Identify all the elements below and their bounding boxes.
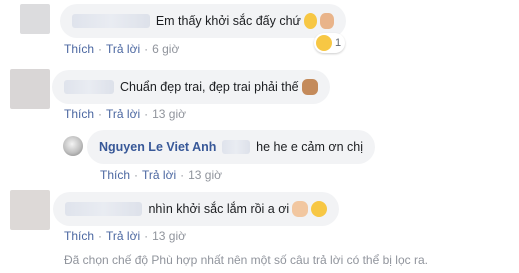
- like-link[interactable]: Thích: [64, 107, 94, 121]
- timestamp[interactable]: 13 giờ: [152, 229, 186, 243]
- reply-link[interactable]: Trả lời: [106, 107, 140, 121]
- comment-bubble: nhìn khởi sắc lắm rồi a ơi: [53, 192, 339, 226]
- smiling-face-icon: [303, 13, 318, 29]
- hugging-face-icon: [311, 201, 327, 217]
- reply-link[interactable]: Trả lời: [106, 42, 140, 56]
- thumbs-up-icon: [301, 79, 318, 95]
- avatar[interactable]: [20, 4, 50, 34]
- redacted-name: [64, 80, 114, 94]
- filter-note: Đã chọn chế độ Phù hợp nhất nên một số c…: [64, 253, 428, 267]
- comment-actions: Thích · Trả lời · 13 giờ: [64, 107, 186, 121]
- avatar[interactable]: [10, 190, 50, 230]
- reply-link[interactable]: Trả lời: [142, 168, 176, 182]
- comment-text: nhìn khởi sắc lắm rồi a ơi: [148, 202, 290, 216]
- avatar[interactable]: [10, 69, 50, 109]
- laughing-face-icon: [316, 35, 332, 51]
- timestamp[interactable]: 13 giờ: [152, 107, 186, 121]
- like-link[interactable]: Thích: [64, 229, 94, 243]
- comment-text: Chuẩn đẹp trai, đẹp trai phải thế: [120, 80, 299, 94]
- comment-actions: Thích · Trả lời · 13 giờ: [100, 168, 222, 182]
- comment-text: he he e cảm ơn chị: [256, 140, 363, 154]
- ok-hand-icon: [320, 13, 334, 29]
- comment-bubble: Chuẩn đẹp trai, đẹp trai phải thế: [52, 70, 330, 104]
- redacted-name: [222, 140, 251, 154]
- redacted-name: [72, 14, 150, 28]
- redacted-name: [65, 202, 143, 216]
- reaction-count: 1: [335, 37, 342, 49]
- reply-bubble: Nguyen Le Viet Anh he he e cảm ơn chị: [87, 130, 375, 164]
- reaction-badge[interactable]: 1: [314, 33, 346, 53]
- timestamp[interactable]: 13 giờ: [188, 168, 222, 182]
- comment-text: Em thấy khởi sắc đấy chứ: [155, 14, 301, 28]
- like-link[interactable]: Thích: [100, 168, 130, 182]
- comment-actions: Thích · Trả lời · 13 giờ: [64, 229, 186, 243]
- clapping-hands-icon: [292, 201, 309, 217]
- reply-link[interactable]: Trả lời: [106, 229, 140, 243]
- timestamp[interactable]: 6 giờ: [152, 42, 179, 56]
- comment-bubble: Em thấy khởi sắc đấy chứ: [60, 4, 346, 38]
- like-link[interactable]: Thích: [64, 42, 94, 56]
- avatar[interactable]: [63, 136, 83, 156]
- comment-actions: Thích · Trả lời · 6 giờ: [64, 42, 180, 56]
- comment-author[interactable]: Nguyen Le Viet Anh: [99, 140, 216, 154]
